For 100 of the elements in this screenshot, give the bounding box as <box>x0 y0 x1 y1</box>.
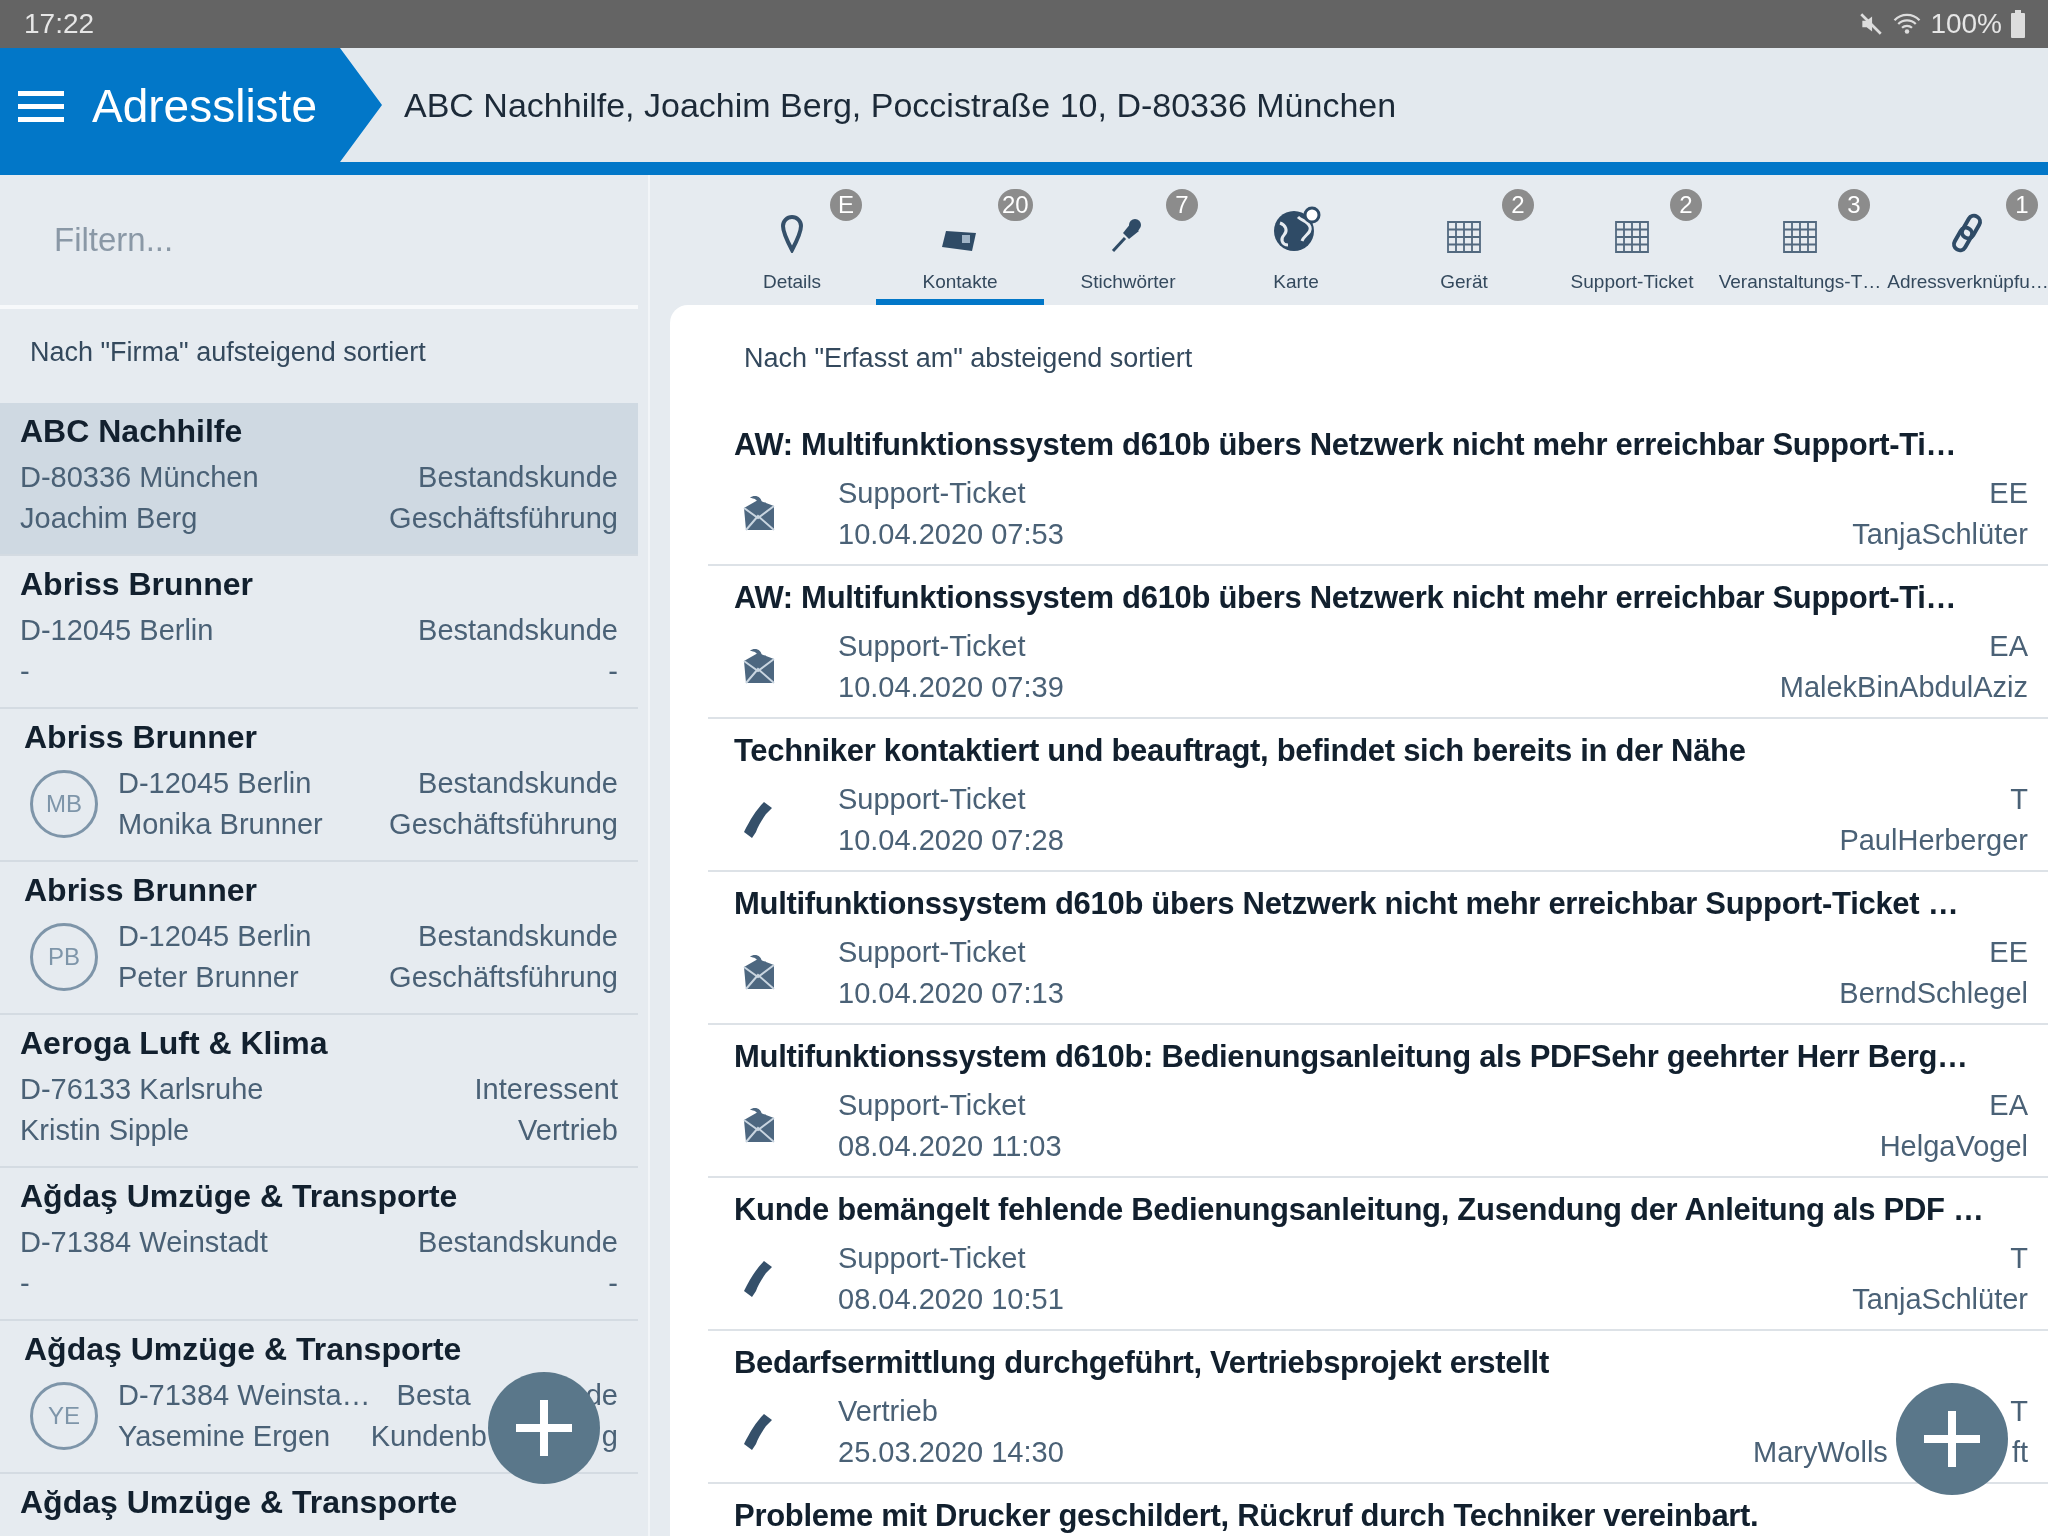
address-detail: Kristin Sipple <box>20 1113 190 1148</box>
contact-title: Techniker kontaktiert und beauftragt, befindet sich bereits in der Nähe <box>734 733 1747 770</box>
grid-icon <box>1615 221 1649 253</box>
contact-item[interactable]: Multifunktionssystem d610b: Bedienungsanleitung als PDFSehr geehrter Herr Berg… Support-Ticket EA 08.04.2020 11:03 HelgaVogel <box>708 1025 2048 1178</box>
address-item[interactable]: Aeroga Luft & Klima D-76133 Karlsruhe Interessent Kristin Sipple Vertrieb <box>0 1015 638 1168</box>
avatar: PB <box>30 923 98 991</box>
address-detail: Monika Brunner <box>118 807 323 842</box>
contact-date: 10.04.2020 07:53 <box>838 517 1064 552</box>
tab[interactable]: 1 Adressverknüpfu… <box>1884 175 2048 305</box>
address-item[interactable]: ABC Nachhilfe D-80336 München Bestandskunde Joachim Berg Geschäftsführung <box>0 403 638 556</box>
company-name: ABC Nachhilfe <box>20 413 244 451</box>
grid-icon <box>1783 221 1817 253</box>
address-detail: D-12045 Berlin <box>118 766 312 801</box>
address-info: Bestandskunde <box>418 919 618 954</box>
tab[interactable]: 2 Support-Ticket <box>1548 175 1716 305</box>
count-badge: 7 <box>1166 189 1198 221</box>
contact-user: MaryWolls <box>1753 1435 1888 1470</box>
contact-item[interactable]: AW: Multifunktionssystem d610b übers Netzwerk nicht mehr erreichbar Support-Ti… Support-Ticket EE 10.04.2020 07:53 TanjaSchlüter <box>708 413 2048 566</box>
tab[interactable]: 2 Gerät <box>1380 175 1548 305</box>
company-name: Abriss Brunner <box>23 719 258 757</box>
company-name: Ağdaş Umzüge & Transporte <box>23 1331 463 1369</box>
plus-icon <box>516 1400 572 1456</box>
contact-type: Support-Ticket <box>838 1241 1026 1276</box>
contact-user: PaulHerberger <box>1839 823 2028 858</box>
contact-user: TanjaSchlüter <box>1852 517 2028 552</box>
address-detail: D-76133 Karlsruhe <box>20 1072 264 1107</box>
contact-item[interactable]: Kunde bemängelt fehlende Bedienungsanleitung, Zusendung der Anleitung als PDF … Support-Ticket T 08.04.2020 10:51 TanjaSchlüter <box>708 1178 2048 1331</box>
count-badge: 2 <box>1502 189 1534 221</box>
tab[interactable]: 7 Stichwörter <box>1044 175 1212 305</box>
address-detail: D-12045 Berlin <box>20 613 214 648</box>
contact-title: Multifunktionssystem d610b übers Netzwerk nicht mehr erreichbar Support-Ticket … <box>734 886 1960 923</box>
contact-date: 08.04.2020 11:03 <box>838 1129 1062 1164</box>
plus-icon <box>1924 1411 1980 1467</box>
contact-user: HelgaVogel <box>1879 1129 2028 1164</box>
contact-date: 10.04.2020 07:39 <box>838 670 1064 705</box>
address-info: Geschäftsführung <box>389 807 618 842</box>
status-time: 17:22 <box>24 8 95 40</box>
address-info: g <box>601 1419 618 1454</box>
count-badge: E <box>830 189 862 221</box>
count-badge: 20 <box>998 189 1033 221</box>
address-info: Kundenb <box>370 1419 487 1454</box>
contact-title: Kunde bemängelt fehlende Bedienungsanleitung, Zusendung der Anleitung als PDF … <box>734 1192 1985 1229</box>
address-info: Geschäftsführung <box>389 501 618 536</box>
contact-item[interactable]: Techniker kontaktiert und beauftragt, befindet sich bereits in der Nähe Support-Ticket T 10.04.2020 07:28 PaulHerberger <box>708 719 2048 872</box>
address-detail: Yasemine Ergen <box>118 1419 331 1454</box>
contact-code: EA <box>1989 629 2028 664</box>
address-info: Bestandskunde <box>418 613 618 648</box>
address-detail: D-12045 Berlin <box>118 919 312 954</box>
contact-code: EE <box>1989 935 2028 970</box>
contact-user: ft <box>2011 1435 2028 1470</box>
address-item[interactable]: Ağdaş Umzüge & Transporte D-71384 Weinstadt Bestandskunde - - <box>0 1168 638 1321</box>
contact-user: TanjaSchlüter <box>1852 1282 2028 1317</box>
address-item[interactable]: Abriss Brunner D-12045 Berlin Bestandskunde - - <box>0 556 638 709</box>
address-detail: D-80336 München <box>20 460 259 495</box>
contact-user: MalekBinAbdulAziz <box>1779 670 2028 705</box>
contact-type: Support-Ticket <box>838 1088 1026 1123</box>
menu-icon[interactable] <box>18 88 64 123</box>
contact-title: AW: Multifunktionssystem d610b übers Netzwerk nicht mehr erreichbar Support-Ti… <box>734 427 1958 464</box>
contact-date: 08.04.2020 10:51 <box>838 1282 1064 1317</box>
company-name: Ağdaş Umzüge & Transporte <box>20 1178 459 1216</box>
contact-date: 25.03.2020 14:30 <box>838 1435 1064 1470</box>
address-info: Interessent <box>474 1072 618 1107</box>
address-info: - <box>608 654 618 689</box>
contact-code: EA <box>1989 1088 2028 1123</box>
contact-date: 10.04.2020 07:13 <box>838 976 1064 1011</box>
company-name: Abriss Brunner <box>23 872 258 910</box>
address-detail: D-71384 Weinstadt <box>20 1225 268 1260</box>
contact-type: Vertrieb <box>838 1394 938 1429</box>
company-name: Abriss Brunner <box>20 566 254 604</box>
contact-type: Support-Ticket <box>838 476 1026 511</box>
address-info: Bestandskunde <box>418 460 618 495</box>
contact-title: Multifunktionssystem d610b: Bedienungsanleitung als PDFSehr geehrter Herr Berg… <box>734 1039 1969 1076</box>
contact-title: AW: Multifunktionssystem d610b übers Netzwerk nicht mehr erreichbar Support-Ti… <box>734 580 1958 617</box>
address-detail: - <box>20 1266 30 1301</box>
location-pin-icon <box>780 215 804 253</box>
contact-code: EE <box>1989 476 2028 511</box>
sort-label: Nach "Erfasst am" absteigend sortiert <box>743 342 1194 375</box>
filter-field[interactable]: Filtern... <box>0 220 628 260</box>
count-badge: 1 <box>2006 189 2038 221</box>
avatar: YE <box>30 1382 98 1450</box>
tab[interactable]: E Details <box>708 175 876 305</box>
contact-code: T <box>2010 782 2028 817</box>
tab[interactable]: 3 Veranstaltungs-T… <box>1716 175 1884 305</box>
app-title: Adressliste <box>92 78 317 133</box>
battery-percent: 100% <box>1930 8 2002 40</box>
tab[interactable]: Karte <box>1212 175 1380 305</box>
company-name: Aeroga Luft & Klima <box>20 1025 329 1063</box>
address-info: Bestandskunde <box>418 766 618 801</box>
contact-item[interactable]: AW: Multifunktionssystem d610b übers Netzwerk nicht mehr erreichbar Support-Ti… Support-Ticket EA 10.04.2020 07:39 MalekBinAbdulAziz <box>708 566 2048 719</box>
breadcrumb: ABC Nachhilfe, Joachim Berg, Poccistraße 10, D-80336 München <box>404 85 1397 125</box>
battery-icon <box>2010 10 2026 38</box>
address-item[interactable]: Abriss Brunner PB D-12045 Berlin Bestandskunde Peter Brunner Geschäftsführung <box>0 862 638 1015</box>
address-item[interactable]: Abriss Brunner MB D-12045 Berlin Bestandskunde Monika Brunner Geschäftsführung <box>0 709 638 862</box>
count-badge: 2 <box>1670 189 1702 221</box>
avatar: MB <box>30 770 98 838</box>
sort-label: Nach "Firma" aufsteigend sortiert <box>29 336 427 369</box>
contact-type: Support-Ticket <box>838 935 1026 970</box>
contact-type: Support-Ticket <box>838 629 1026 664</box>
address-detail: Joachim Berg <box>20 501 198 536</box>
contact-item[interactable]: Multifunktionssystem d610b übers Netzwerk nicht mehr erreichbar Support-Ticket … Support-Ticket EE 10.04.2020 07:13 BerndSchlegel <box>708 872 2048 1025</box>
